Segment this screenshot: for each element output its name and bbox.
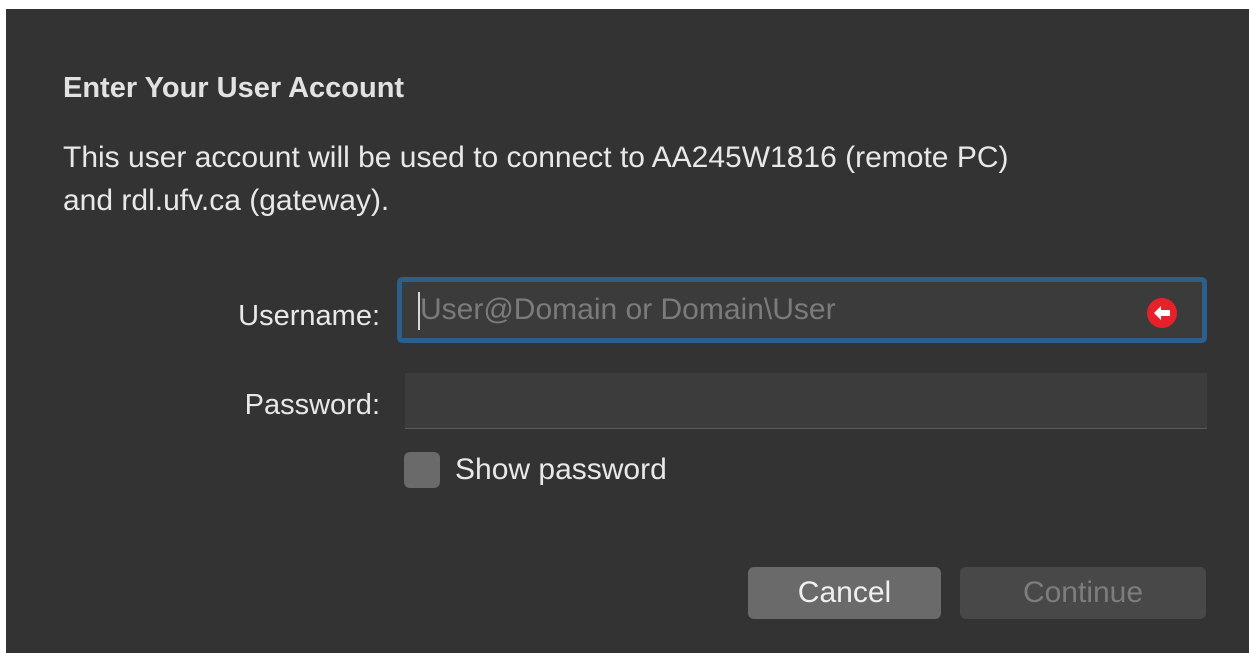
- cancel-button[interactable]: Cancel: [748, 567, 941, 619]
- red-left-arrow-icon[interactable]: [1147, 298, 1177, 328]
- dialog-description: This user account will be used to connec…: [63, 141, 1009, 217]
- text-caret: [418, 292, 420, 330]
- username-input[interactable]: [416, 290, 1130, 330]
- show-password-control[interactable]: Show password: [404, 450, 667, 490]
- dialog-title: Enter Your User Account: [63, 72, 405, 104]
- password-label: Password:: [244, 389, 380, 421]
- user-account-dialog: Enter Your User Account This user accoun…: [6, 9, 1249, 653]
- username-label: Username:: [238, 300, 380, 332]
- show-password-checkbox[interactable]: [404, 452, 440, 488]
- continue-button[interactable]: Continue: [960, 567, 1206, 619]
- left-arrow-icon: [1154, 306, 1170, 320]
- show-password-label: Show password: [455, 453, 667, 486]
- username-field-container: [397, 277, 1207, 343]
- password-input[interactable]: [405, 373, 1207, 429]
